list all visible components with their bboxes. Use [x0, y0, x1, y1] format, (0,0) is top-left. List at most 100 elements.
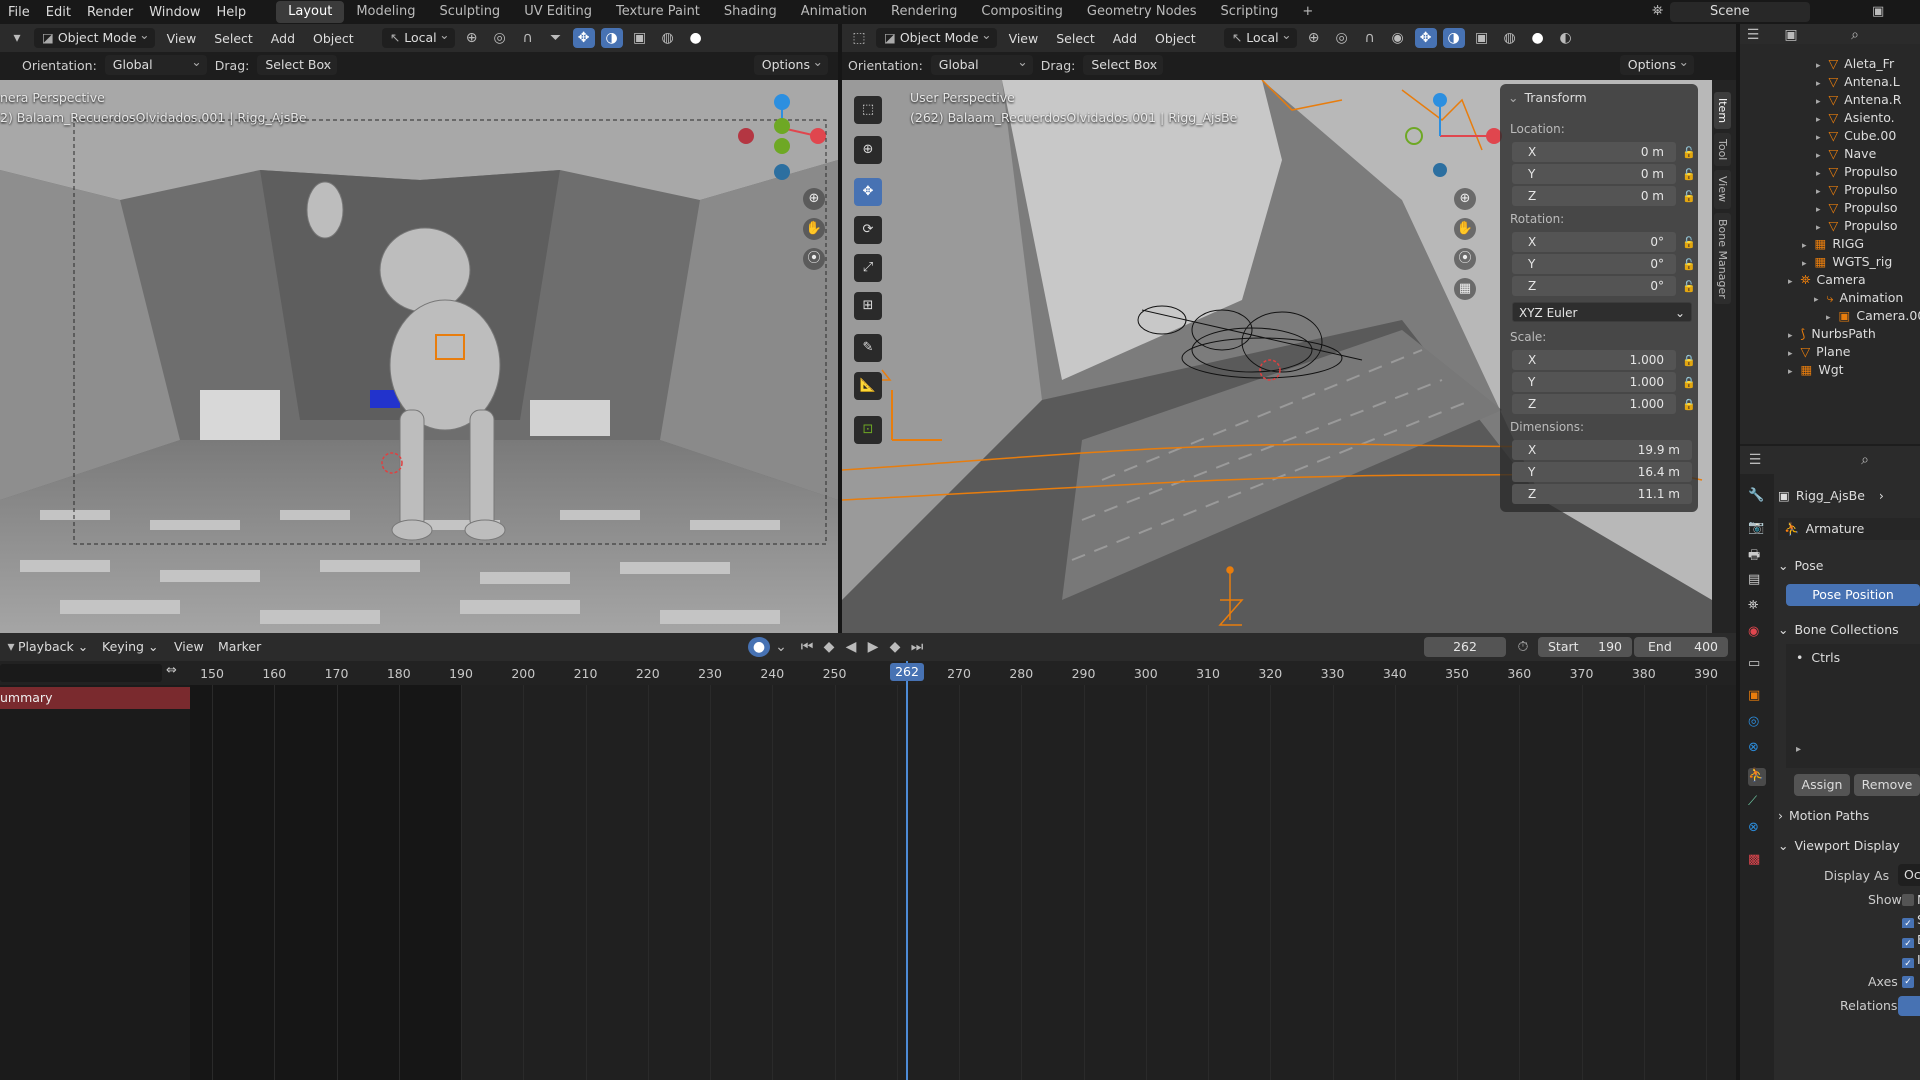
- armature-data-row[interactable]: ⛹ Armature: [1778, 518, 1920, 540]
- show-shapes-checkbox[interactable]: ✓S: [1902, 912, 1920, 928]
- lock-closed-icon[interactable]: 🔒: [1682, 398, 1696, 411]
- pan-hand-icon-right[interactable]: ✋: [1454, 218, 1476, 240]
- left-mode-dropdown[interactable]: ◪ Object Mode: [34, 25, 155, 48]
- location-x-field[interactable]: X 0 m: [1512, 142, 1676, 162]
- object-tab-icon[interactable]: ▣: [1748, 688, 1766, 706]
- expand-arrow-icon[interactable]: ▸: [1816, 169, 1821, 179]
- relations-toggle[interactable]: [1898, 996, 1920, 1016]
- playhead[interactable]: [906, 661, 908, 1080]
- lock-icon[interactable]: 🔓: [1682, 258, 1696, 271]
- overlay-toggle-icon[interactable]: ◑: [600, 28, 623, 48]
- properties-search-icon[interactable]: ⌕: [1854, 450, 1876, 470]
- xray-icon-right[interactable]: ▣: [1471, 28, 1493, 48]
- sidebar-tab-item[interactable]: Item: [1714, 92, 1731, 130]
- lock-closed-icon[interactable]: 🔒: [1682, 354, 1696, 367]
- keyframe-menu-icon[interactable]: ⌄: [770, 637, 792, 657]
- record-button-icon[interactable]: ●: [748, 637, 770, 657]
- expand-arrow-icon[interactable]: ▸: [1814, 295, 1819, 305]
- expand-arrow-icon[interactable]: ▸: [1816, 115, 1821, 125]
- lock-icon[interactable]: 🔓: [1682, 236, 1696, 249]
- pan-hand-icon[interactable]: ✋: [803, 218, 825, 240]
- gizmo-toggle-icon-right[interactable]: ✥: [1414, 28, 1437, 48]
- workspace-tab-uv-editing[interactable]: UV Editing: [512, 1, 604, 23]
- solid-shading-icon-right[interactable]: ●: [1527, 28, 1549, 48]
- show-names-checkbox[interactable]: N: [1902, 892, 1920, 908]
- timeline-body[interactable]: ummary: [0, 685, 1736, 1080]
- rotate-tool-icon[interactable]: ⟳: [854, 216, 882, 244]
- right-menu-view[interactable]: View: [1003, 31, 1045, 46]
- scale-tool-icon[interactable]: ⤢: [854, 254, 882, 282]
- scale-x-field[interactable]: X 1.000: [1512, 350, 1676, 370]
- menu-window[interactable]: Window: [141, 5, 208, 20]
- output-tab-icon[interactable]: 🖶: [1748, 546, 1766, 564]
- world-tab-icon[interactable]: ◉: [1748, 624, 1766, 642]
- next-keyframe-icon[interactable]: ◆: [884, 637, 906, 657]
- show-in-front-checkbox[interactable]: ✓ I: [1902, 952, 1920, 968]
- wireframe-shading-icon[interactable]: ◍: [657, 28, 679, 48]
- right-orientation-dropdown[interactable]: Global: [930, 52, 1033, 75]
- pose-position-button[interactable]: Pose Position: [1786, 584, 1920, 606]
- expand-arrow-icon[interactable]: ▸: [1802, 241, 1807, 251]
- right-options-dropdown[interactable]: Options: [1619, 52, 1694, 75]
- timeline-ruler[interactable]: 1501601701801902002102202302402502270280…: [190, 661, 1736, 685]
- dimensions-x-field[interactable]: X 19.9 m: [1512, 440, 1692, 460]
- motion-paths-header[interactable]: › Motion Paths: [1778, 808, 1869, 823]
- workspace-tab-sculpting[interactable]: Sculpting: [427, 1, 512, 23]
- right-transform-space-dropdown[interactable]: ↖ Local: [1223, 25, 1297, 48]
- assign-button[interactable]: Assign: [1794, 774, 1850, 796]
- workspace-tab-geometry-nodes[interactable]: Geometry Nodes: [1075, 1, 1209, 23]
- show-bone-colors-checkbox[interactable]: ✓B: [1902, 932, 1920, 948]
- bone-tab-icon[interactable]: ⟋: [1748, 794, 1766, 812]
- falloff-icon[interactable]: ∩: [517, 28, 539, 48]
- transform-tool-icon[interactable]: ⊞: [854, 292, 882, 320]
- timeline-menu-keying[interactable]: Keying ⌄: [96, 639, 164, 654]
- right-drag-dropdown[interactable]: Select Box: [1083, 52, 1164, 75]
- play-icon[interactable]: ▶: [862, 637, 884, 657]
- lock-icon[interactable]: 🔓: [1682, 146, 1696, 159]
- channel-search-input[interactable]: [0, 664, 162, 682]
- right-menu-object[interactable]: Object: [1149, 31, 1202, 46]
- select-tool-icon[interactable]: ⬚: [854, 96, 882, 124]
- left-menu-object[interactable]: Object: [307, 31, 360, 46]
- expand-arrow-icon[interactable]: ▸: [1816, 61, 1821, 71]
- camera-view-icon-right[interactable]: ⦿: [1454, 248, 1476, 270]
- rotation-y-field[interactable]: Y 0°: [1512, 254, 1676, 274]
- cursor-tool-icon[interactable]: ⊕: [854, 136, 882, 164]
- menu-render[interactable]: Render: [79, 5, 141, 20]
- sidebar-tab-bone-manager[interactable]: Bone Manager: [1714, 212, 1731, 305]
- swap-icon[interactable]: ⇔: [166, 663, 177, 678]
- right-menu-add[interactable]: Add: [1107, 31, 1143, 46]
- left-menu-add[interactable]: Add: [265, 31, 301, 46]
- overlay-toggle-icon-right[interactable]: ◑: [1442, 28, 1465, 48]
- add-cube-tool-icon[interactable]: ⊡: [854, 416, 882, 444]
- workspace-tab-texture-paint[interactable]: Texture Paint: [604, 1, 712, 23]
- expand-arrow-icon[interactable]: ▸: [1816, 223, 1821, 233]
- scene-selector[interactable]: Scene: [1670, 2, 1810, 22]
- bone-collection-item[interactable]: • Ctrls: [1796, 650, 1840, 665]
- falloff-icon-right[interactable]: ∩: [1359, 28, 1381, 48]
- measure-tool-icon[interactable]: 📐: [854, 372, 882, 400]
- sidebar-tab-view[interactable]: View: [1714, 170, 1731, 209]
- wireframe-shading-icon-right[interactable]: ◍: [1499, 28, 1521, 48]
- lock-icon[interactable]: 🔓: [1682, 280, 1696, 293]
- gizmo-toggle-icon[interactable]: ✥: [572, 28, 595, 48]
- expand-arrow-icon[interactable]: ▸: [1788, 367, 1793, 377]
- list-expand-icon[interactable]: ▸: [1796, 744, 1801, 755]
- bone-collections-header[interactable]: ⌄ Bone Collections: [1778, 622, 1899, 637]
- menu-help[interactable]: Help: [209, 5, 255, 20]
- annotate-tool-icon[interactable]: ✎: [854, 334, 882, 362]
- expand-arrow-icon[interactable]: ▸: [1816, 205, 1821, 215]
- scene-tab-icon[interactable]: ⛯: [1748, 598, 1766, 616]
- xray-icon[interactable]: ▣: [629, 28, 651, 48]
- workspace-tab-animation[interactable]: Animation: [789, 1, 879, 23]
- grid-view-icon-right[interactable]: ▦: [1454, 278, 1476, 300]
- expand-arrow-icon[interactable]: ▸: [1816, 97, 1821, 107]
- stopwatch-icon[interactable]: ⏱: [1512, 637, 1534, 657]
- left-viewport[interactable]: nera Perspective 2) Balaam_RecuerdosOlvi…: [0, 80, 838, 633]
- dimensions-z-field[interactable]: Z 11.1 m: [1512, 484, 1692, 504]
- editor-type-icon[interactable]: ▾: [6, 28, 28, 48]
- left-orientation-dropdown[interactable]: Global: [104, 52, 207, 75]
- rotation-z-field[interactable]: Z 0°: [1512, 276, 1676, 296]
- texture-tab-icon[interactable]: ▩: [1748, 852, 1766, 870]
- modifier-tab-icon[interactable]: ◎: [1748, 714, 1766, 732]
